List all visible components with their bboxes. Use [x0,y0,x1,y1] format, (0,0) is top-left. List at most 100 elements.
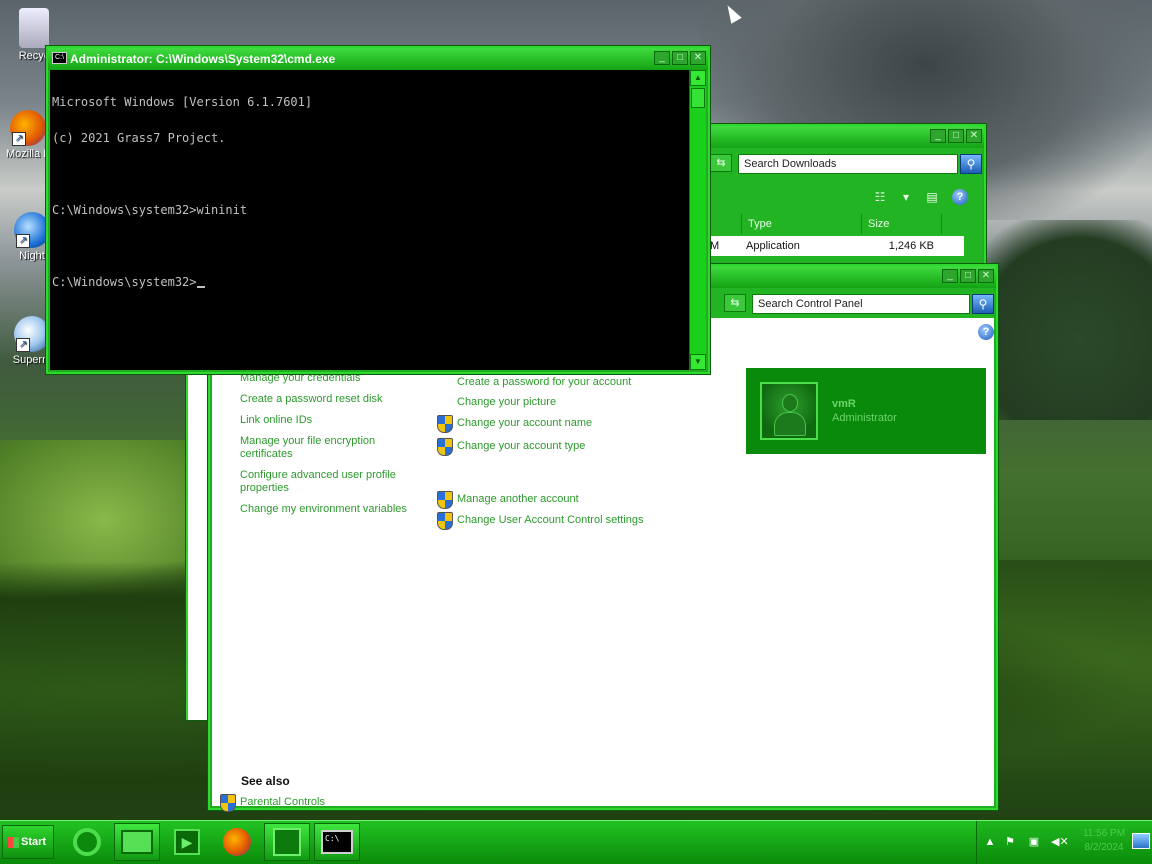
system-tray: ▲ ⚑ ▣ ◀✕ 11:56 PM 8/2/2024 [976,821,1152,864]
link-parental-controls[interactable]: Parental Controls [240,796,400,809]
internet-explorer-icon [73,828,101,856]
show-desktop-button[interactable] [1132,833,1150,849]
minimize-button[interactable]: _ [930,129,946,143]
link-environment-variables[interactable]: Change my environment variables [240,503,420,516]
refresh-icon[interactable]: ⇆ [724,294,746,312]
cmd-app-icon[interactable]: C:\ [52,52,67,64]
avatar-head [782,394,798,412]
network-icon[interactable]: ▣ [1027,835,1041,849]
console-line: (c) 2021 Grass7 Project. [52,131,226,145]
column-header-size[interactable]: Size [862,214,942,234]
uac-shield-icon [220,794,236,812]
control-panel-window-controls: _ □ ✕ [942,269,994,283]
link-advanced-profile[interactable]: Configure advanced user profile properti… [240,469,408,495]
volume-muted-icon[interactable]: ◀✕ [1051,835,1069,849]
console-line: C:\Windows\system32>wininit [52,203,248,217]
minimize-button[interactable]: _ [942,269,958,283]
shortcut-arrow-icon: ↗ [16,234,30,248]
vertical-scrollbar[interactable]: ▲ ▼ [689,70,706,370]
column-header-name[interactable] [708,214,742,234]
close-button[interactable]: ✕ [690,51,706,65]
taskbar-cmd[interactable]: C:\ [314,823,360,861]
firefox-icon [223,828,251,856]
console-prompt: C:\Windows\system32> [52,275,197,289]
refresh-icon[interactable]: ⇆ [710,154,732,172]
uac-shield-icon [437,438,453,456]
help-icon[interactable]: ? [978,324,994,340]
user-role: Administrator [832,412,897,424]
windows-logo-icon [8,837,19,848]
maximize-button[interactable]: □ [960,269,976,283]
uac-shield-icon [437,491,453,509]
show-hidden-icons-icon[interactable]: ▲ [983,835,997,849]
cmd-window[interactable]: Administrator: C:\Windows\System32\cmd.e… [46,46,710,374]
taskbar: Start ▶ C:\ ▲ ⚑ ▣ ◀✕ 11:56 PM 8/2/2024 [0,820,1152,864]
shortcut-arrow-icon: ↗ [16,338,30,352]
start-label: Start [21,836,47,848]
cmd-titlebar[interactable]: Administrator: C:\Windows\System32\cmd.e… [48,48,708,70]
uac-shield-icon [437,512,453,530]
media-player-icon: ▶ [174,829,200,855]
search-icon[interactable]: ⚲ [960,154,982,174]
link-file-encryption[interactable]: Manage your file encryption certificates [240,435,390,461]
link-uac-settings[interactable]: Change User Account Control settings [457,514,717,527]
clock-date: 8/2/2024 [1084,842,1124,853]
clock[interactable]: 11:56 PM 8/2/2024 [1079,827,1129,855]
shortcut-arrow-icon: ↗ [12,132,26,146]
clock-time: 11:56 PM [1082,828,1126,839]
close-button[interactable]: ✕ [978,269,994,283]
taskbar-media-player[interactable]: ▶ [164,823,210,861]
close-button[interactable]: ✕ [966,129,982,143]
control-panel-icon [273,828,301,856]
scroll-thumb[interactable] [691,88,705,108]
chevron-down-icon[interactable]: ▾ [898,190,914,204]
taskbar-internet-explorer[interactable] [64,823,110,861]
scroll-up-icon[interactable]: ▲ [690,70,706,86]
taskbar-control-panel[interactable] [264,823,310,861]
file-name: M [710,240,720,252]
taskbar-explorer[interactable] [114,823,160,861]
uac-shield-icon [437,415,453,433]
column-header-type[interactable]: Type [742,214,862,234]
file-size: 1,246 KB [888,240,934,252]
link-change-account-type[interactable]: Change your account type [457,440,697,453]
search-downloads-input[interactable]: Search Downloads [738,154,958,174]
maximize-button[interactable]: □ [672,51,688,65]
console-output[interactable]: Microsoft Windows [Version 6.1.7601] (c)… [50,70,691,370]
user-account-tile: vmR Administrator [746,368,986,454]
avatar-body [774,412,806,436]
folder-icon [121,830,153,854]
link-create-password-reset-disk[interactable]: Create a password reset disk [240,393,420,406]
minimize-button[interactable]: _ [654,51,670,65]
search-control-panel-input[interactable]: Search Control Panel [752,294,970,314]
link-change-picture[interactable]: Change your picture [457,396,697,409]
file-type: Application [746,240,800,252]
user-name: vmR [832,398,856,410]
taskbar-firefox[interactable] [214,823,260,861]
preview-pane-icon[interactable]: ▤ [924,190,940,204]
console-prompt-line[interactable]: C:\Windows\system32> [52,276,689,288]
console-line: Microsoft Windows [Version 6.1.7601] [52,95,313,109]
help-icon[interactable]: ? [952,189,968,205]
link-manage-another-account[interactable]: Manage another account [457,493,697,506]
view-options-icon[interactable]: ☷ [872,190,888,204]
downloads-window-controls: _ □ ✕ [930,129,982,143]
link-change-account-name[interactable]: Change your account name [457,417,697,430]
file-row[interactable]: M Application 1,246 KB [708,236,964,256]
user-avatar[interactable] [760,382,818,440]
scroll-down-icon[interactable]: ▼ [690,354,706,370]
cmd-window-controls: _ □ ✕ [654,51,706,65]
link-online-ids[interactable]: Link online IDs [240,414,420,427]
recycle-bin-icon [19,8,49,48]
see-also-heading: See also [241,774,290,788]
cmd-icon: C:\ [321,830,353,854]
maximize-button[interactable]: □ [948,129,964,143]
action-center-flag-icon[interactable]: ⚑ [1003,835,1017,849]
downloads-navigation-pane [188,370,210,720]
start-button[interactable]: Start [2,825,54,859]
search-icon[interactable]: ⚲ [972,294,994,314]
text-cursor [196,286,205,288]
link-create-password[interactable]: Create a password for your account [457,376,697,389]
